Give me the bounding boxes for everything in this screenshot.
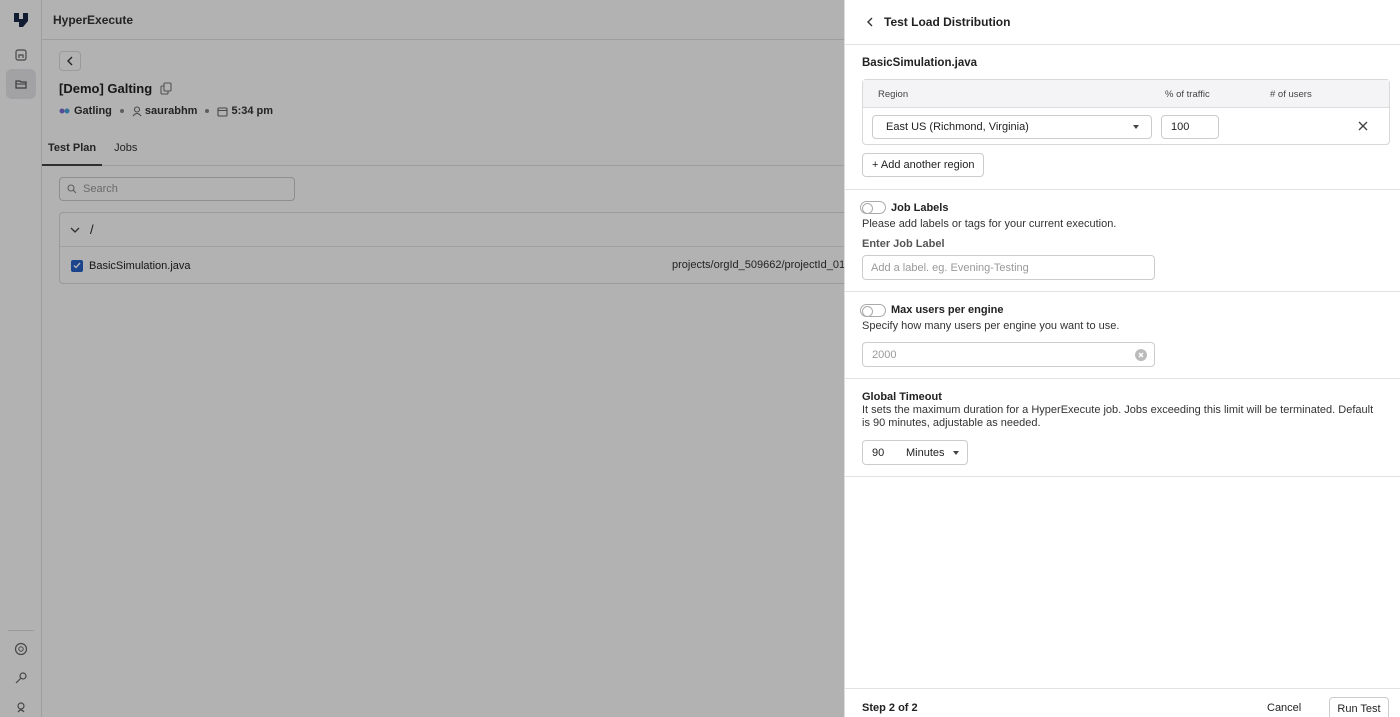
timeout-desc: It sets the maximum duration for a Hyper… xyxy=(862,404,1374,429)
drawer-footer: Step 2 of 2 Cancel Run Test xyxy=(845,688,1400,717)
region-select[interactable]: East US (Richmond, Virginia) xyxy=(872,115,1152,139)
traffic-input[interactable]: 100 xyxy=(1161,115,1219,139)
add-region-button[interactable]: + Add another region xyxy=(862,153,985,177)
job-labels-toggle[interactable] xyxy=(860,201,886,214)
run-test-button[interactable]: Run Test xyxy=(1329,697,1389,717)
timeout-value-input[interactable]: 90 xyxy=(863,446,901,459)
timeout-title: Global Timeout xyxy=(862,391,942,403)
max-users-toggle[interactable] xyxy=(860,304,886,317)
col-users: # of users xyxy=(1270,89,1312,100)
max-users-desc: Specify how many users per engine you wa… xyxy=(862,320,1120,332)
drawer-header: Test Load Distribution xyxy=(845,0,1400,45)
region-row: East US (Richmond, Virginia) 100 xyxy=(863,108,1389,145)
timeout-section: Global Timeout It sets the maximum durat… xyxy=(845,379,1400,477)
caret-down-icon xyxy=(953,451,959,455)
clear-icon[interactable] xyxy=(1135,349,1147,361)
job-labels-title: Job Labels xyxy=(891,202,949,214)
job-labels-desc: Please add labels or tags for your curre… xyxy=(862,218,1117,230)
step-indicator: Step 2 of 2 xyxy=(862,702,918,714)
region-section: BasicSimulation.java Region % of traffic… xyxy=(845,45,1400,190)
max-users-section: Max users per engine Specify how many us… xyxy=(845,292,1400,379)
max-users-placeholder: 2000 xyxy=(872,348,897,361)
load-distribution-drawer: Test Load Distribution BasicSimulation.j… xyxy=(844,0,1400,717)
col-region: Region xyxy=(878,89,909,100)
back-chevron-icon[interactable] xyxy=(866,17,874,27)
region-value: East US (Richmond, Virginia) xyxy=(886,121,1029,133)
caret-down-icon xyxy=(1133,125,1139,129)
modal-backdrop[interactable] xyxy=(0,0,844,717)
job-label-field-label: Enter Job Label xyxy=(862,238,945,250)
max-users-input[interactable]: 2000 xyxy=(862,342,1155,367)
job-label-input[interactable]: Add a label. eg. Evening-Testing xyxy=(862,255,1155,280)
cancel-button[interactable]: Cancel xyxy=(1267,702,1301,714)
region-table-header: Region % of traffic # of users xyxy=(863,80,1389,108)
max-users-title: Max users per engine xyxy=(891,304,1004,316)
col-traffic: % of traffic xyxy=(1165,89,1210,100)
timeout-control: 90 Minutes xyxy=(862,440,968,465)
drawer-file-name: BasicSimulation.java xyxy=(862,57,978,69)
drawer-title: Test Load Distribution xyxy=(884,15,1011,29)
close-icon[interactable] xyxy=(1357,120,1369,132)
job-labels-section: Job Labels Please add labels or tags for… xyxy=(845,190,1400,292)
timeout-unit-select[interactable]: Minutes xyxy=(906,447,945,459)
region-table: Region % of traffic # of users East US (… xyxy=(862,79,1390,145)
